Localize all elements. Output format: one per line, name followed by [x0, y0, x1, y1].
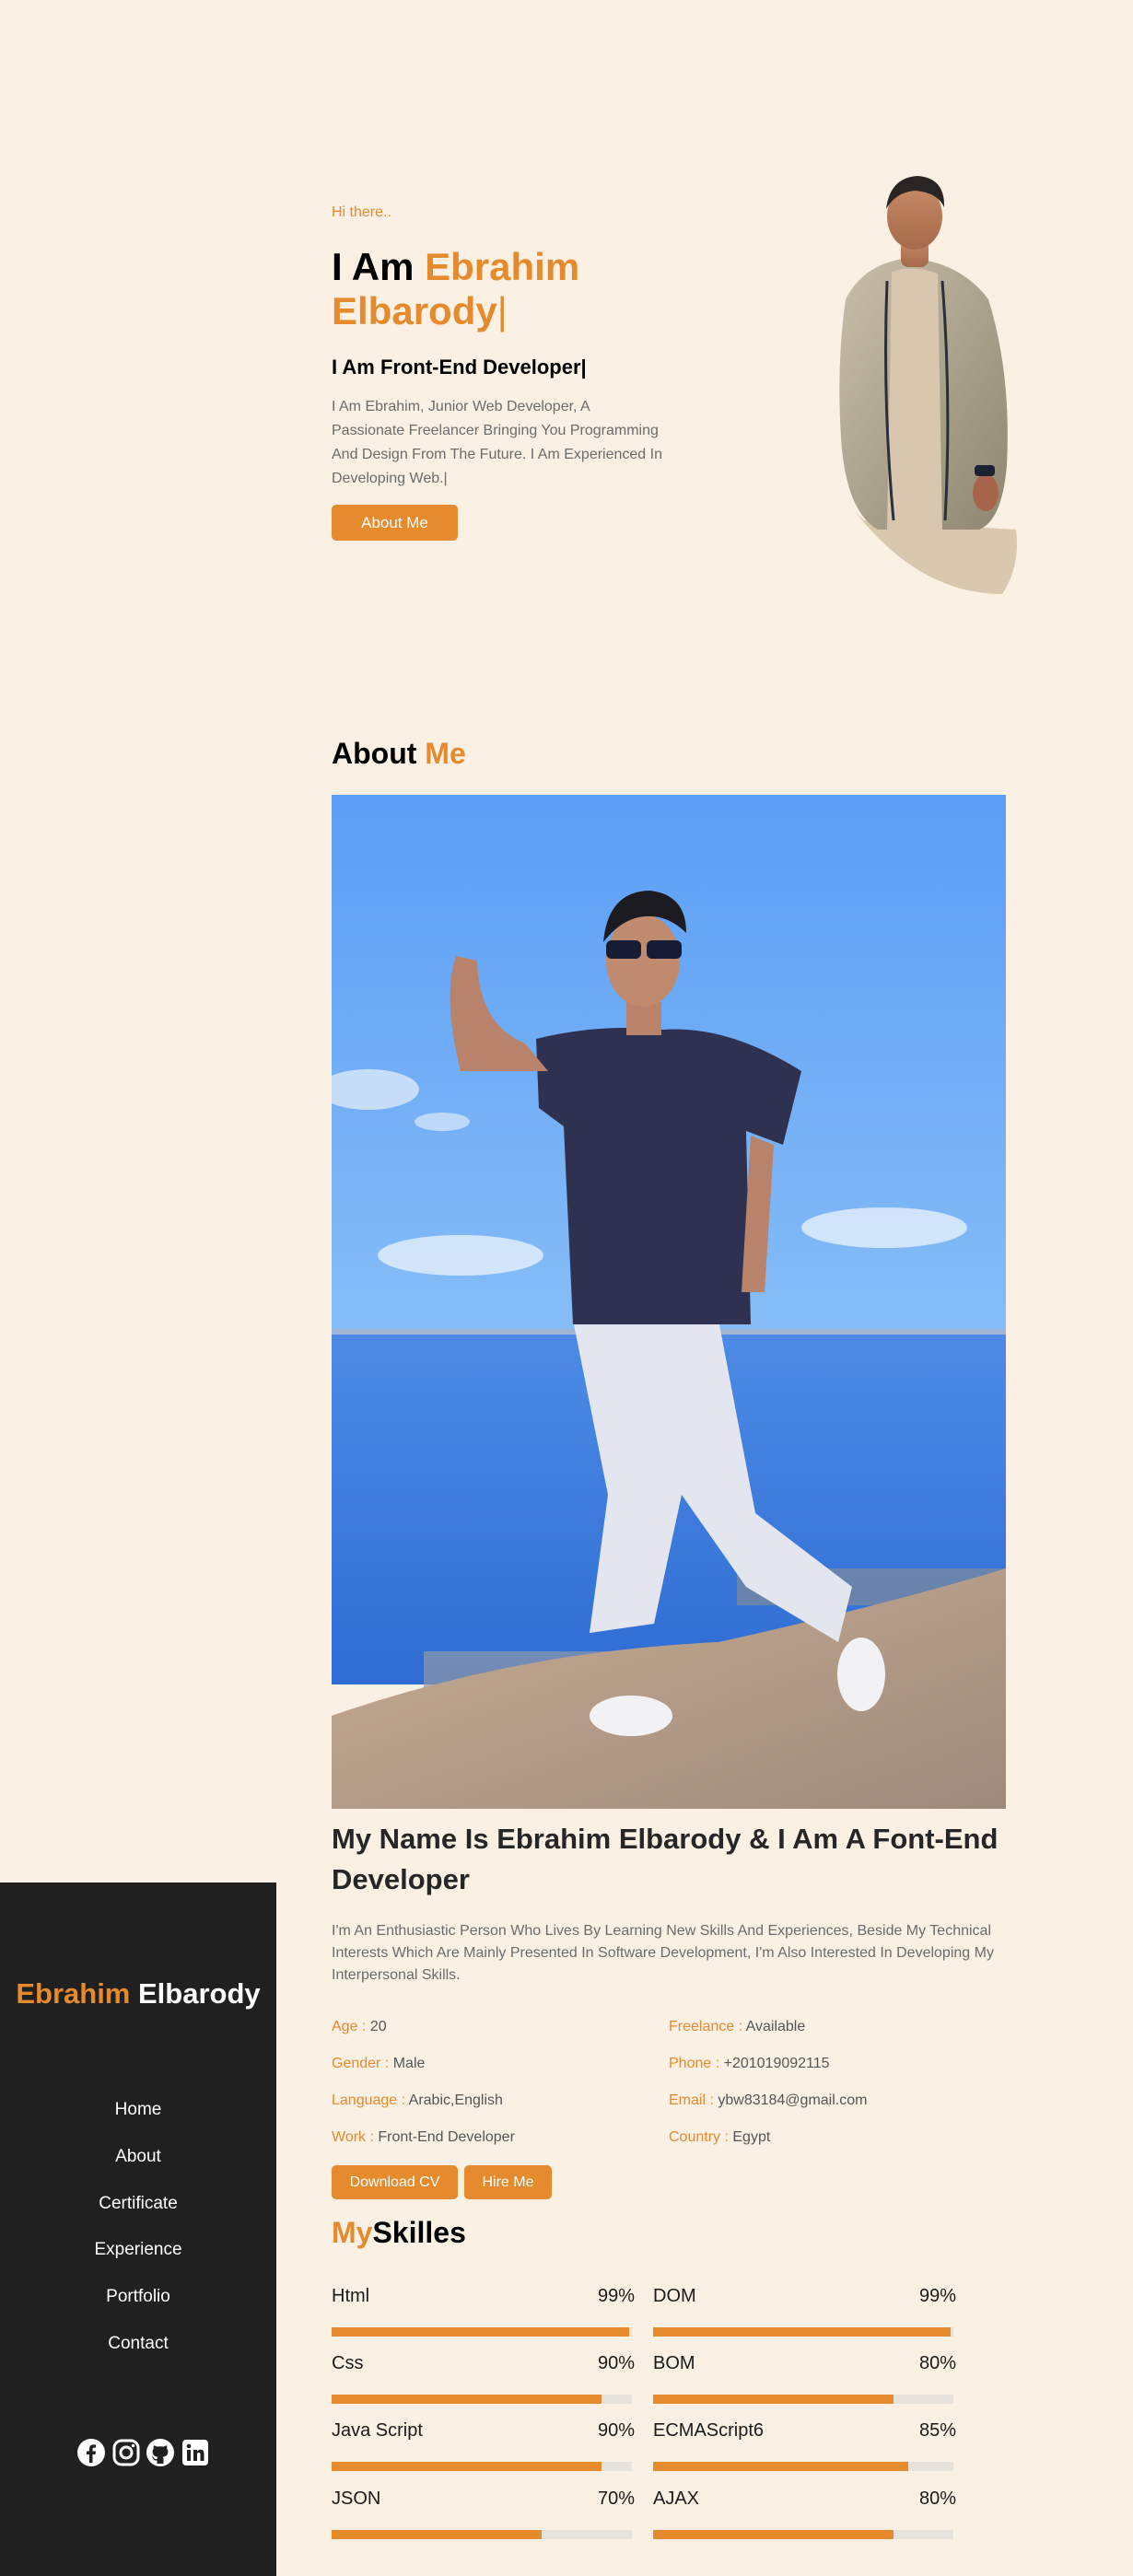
- skill-progress-track: [332, 2530, 632, 2539]
- about-heading-black: About: [332, 737, 426, 770]
- hero-section: Hi there.. I Am Ebrahim Elbarody| I Am F…: [332, 0, 1032, 700]
- skills-heading-black: Skilles: [372, 2216, 466, 2249]
- download-cv-button[interactable]: Download CV: [332, 2165, 458, 2199]
- skills-heading-accent: My: [332, 2216, 373, 2249]
- nav-home[interactable]: Home: [0, 2100, 276, 2120]
- info-work-value: Front-End Developer: [378, 2129, 515, 2145]
- instagram-icon[interactable]: [111, 2438, 141, 2467]
- info-freelance-value: Available: [745, 2019, 806, 2034]
- hero-description: I Am Ebrahim, Junior Web Developer, A Pa…: [332, 399, 662, 486]
- info-country-value: Egypt: [732, 2129, 771, 2145]
- info-gender: Gender : Male: [332, 2056, 425, 2072]
- skill-progress-fill: [653, 2530, 894, 2539]
- nav-contact[interactable]: Contact: [0, 2334, 276, 2354]
- skill-label: BOM: [653, 2353, 695, 2373]
- about-heading-accent: Me: [425, 737, 466, 770]
- skill-percent: 80%: [918, 2489, 956, 2509]
- hero-subtitle: I Am Front-End Developer|: [332, 356, 587, 379]
- info-age-value: 20: [369, 2019, 387, 2034]
- info-work: Work : Front-End Developer: [332, 2129, 515, 2146]
- skill-progress-fill: [332, 2530, 543, 2539]
- info-gender-value: Male: [392, 2056, 426, 2071]
- skill-label: JSON: [332, 2489, 381, 2509]
- skill-progress-track: [332, 2327, 632, 2337]
- nav-about[interactable]: About: [0, 2147, 276, 2167]
- skill-progress-track: [653, 2395, 953, 2404]
- skill-progress-fill: [332, 2327, 629, 2337]
- hire-me-button[interactable]: Hire Me: [464, 2165, 552, 2199]
- skill-progress-fill: [653, 2327, 951, 2337]
- info-gender-key: Gender :: [332, 2056, 390, 2071]
- skill-percent: 70%: [597, 2489, 635, 2509]
- skill-progress-fill: [332, 2462, 602, 2471]
- skill-progress-track: [332, 2462, 632, 2471]
- skill-label: ECMAScript6: [653, 2420, 765, 2441]
- info-age: Age : 20: [332, 2019, 387, 2035]
- skill-progress-fill: [332, 2395, 602, 2404]
- nav-portfolio[interactable]: Portfolio: [0, 2287, 276, 2307]
- skill-progress-track: [653, 2530, 953, 2539]
- info-email-value: ybw83184@gmail.com: [718, 2092, 868, 2108]
- skills-heading: MySkilles: [332, 2216, 466, 2250]
- info-language-key: Language :: [332, 2092, 406, 2108]
- info-phone: Phone : +201019092115: [669, 2056, 830, 2072]
- hero-greeting: Hi there..: [332, 204, 391, 220]
- skill-percent: 90%: [597, 2420, 635, 2441]
- facebook-icon[interactable]: [76, 2438, 106, 2467]
- nav-experience[interactable]: Experience: [0, 2240, 276, 2260]
- typing-cursor: |: [496, 289, 508, 332]
- info-phone-value: +201019092115: [723, 2056, 830, 2071]
- hero-title-prefix: I Am: [332, 245, 426, 288]
- info-language-value: Arabic,English: [408, 2092, 503, 2108]
- info-country-key: Country :: [669, 2129, 729, 2145]
- brand-logo[interactable]: Ebrahim Elbarody: [0, 1977, 276, 2011]
- skill-label: Java Script: [332, 2420, 423, 2441]
- info-freelance: Freelance : Available: [669, 2019, 805, 2035]
- info-email: Email : ybw83184@gmail.com: [669, 2092, 867, 2109]
- skill-progress-track: [653, 2462, 953, 2471]
- about-heading: About Me: [332, 737, 466, 771]
- skill-percent: 99%: [918, 2286, 956, 2306]
- about-name-line: My Name Is Ebrahim Elbarody & I Am A Fon…: [332, 1823, 999, 1895]
- brand-last-name: Elbarody: [130, 1977, 261, 2010]
- about-photo: [332, 795, 1006, 1809]
- info-email-key: Email :: [669, 2092, 714, 2108]
- skill-percent: 90%: [597, 2353, 635, 2373]
- skill-label: Html: [332, 2286, 370, 2306]
- hero-portrait-photo: [839, 176, 1017, 594]
- nav-certificate[interactable]: Certificate: [0, 2194, 276, 2214]
- linkedin-icon[interactable]: [181, 2438, 210, 2467]
- skill-label: DOM: [653, 2286, 696, 2306]
- skill-progress-track: [653, 2327, 953, 2337]
- info-age-key: Age :: [332, 2019, 367, 2034]
- info-phone-key: Phone :: [669, 2056, 720, 2071]
- info-freelance-key: Freelance :: [669, 2019, 743, 2034]
- info-language: Language : Arabic,English: [332, 2092, 503, 2109]
- info-work-key: Work :: [332, 2129, 374, 2145]
- skill-progress-track: [332, 2395, 632, 2404]
- skill-label: AJAX: [653, 2489, 700, 2509]
- skill-progress-fill: [653, 2395, 894, 2404]
- skill-percent: 80%: [918, 2353, 956, 2373]
- about-me-button[interactable]: About Me: [332, 505, 458, 541]
- skill-label: Css: [332, 2353, 364, 2373]
- skill-percent: 85%: [918, 2420, 956, 2441]
- about-bio: I'm An Enthusiastic Person Who Lives By …: [332, 1923, 994, 1983]
- hero-title: I Am Ebrahim Elbarody|: [332, 245, 682, 333]
- info-country: Country : Egypt: [669, 2129, 770, 2146]
- skill-progress-fill: [653, 2462, 909, 2471]
- brand-first-name: Ebrahim: [16, 1977, 131, 2010]
- github-icon[interactable]: [146, 2438, 175, 2467]
- skill-percent: 99%: [597, 2286, 635, 2306]
